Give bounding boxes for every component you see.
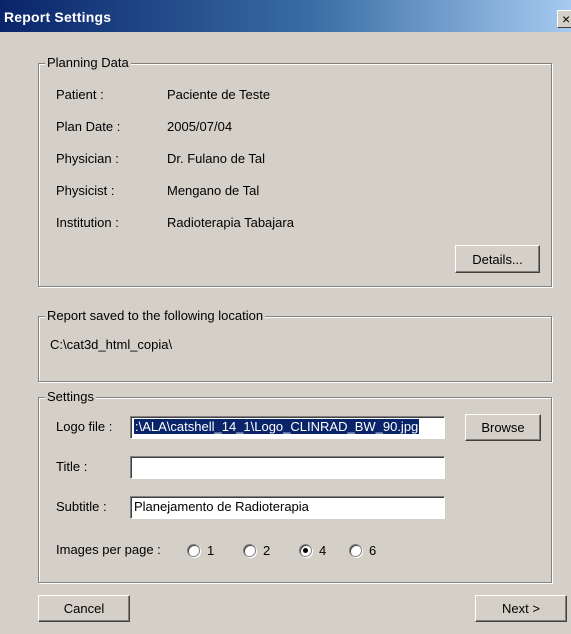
logo-file-value: :\ALA\catshell_14_1\Logo_CLINRAD_BW_90.j… <box>134 419 420 434</box>
radio-6-circle <box>349 543 362 557</box>
report-location-path: C:\cat3d_html_copia\ <box>50 337 173 352</box>
images-radio-2[interactable]: 2 <box>243 542 270 558</box>
report-location-legend: Report saved to the following location <box>45 308 266 324</box>
window-title: Report Settings <box>4 9 112 25</box>
images-radio-6[interactable]: 6 <box>349 542 376 558</box>
physician-value: Dr. Fulano de Tal <box>167 151 266 166</box>
radio-1-circle <box>187 543 200 557</box>
subtitle-input[interactable]: Planejamento de Radioterapia <box>130 496 445 519</box>
plan-date-label: Plan Date : <box>56 119 121 134</box>
plan-date-value: 2005/07/04 <box>167 119 233 134</box>
patient-value: Paciente de Teste <box>167 87 271 102</box>
logo-file-input[interactable]: :\ALA\catshell_14_1\Logo_CLINRAD_BW_90.j… <box>130 416 445 439</box>
physician-label: Physician : <box>56 151 119 166</box>
title-label: Title : <box>56 459 88 474</box>
institution-value: Radioterapia Tabajara <box>167 215 294 230</box>
details-button[interactable]: Details... <box>455 245 540 273</box>
radio-6-label: 6 <box>369 542 377 558</box>
settings-legend: Settings <box>45 389 96 405</box>
browse-button[interactable]: Browse <box>465 414 541 441</box>
patient-label: Patient : <box>56 87 104 102</box>
images-radio-4[interactable]: 4 <box>299 542 326 558</box>
institution-label: Institution : <box>56 215 119 230</box>
planning-data-legend: Planning Data <box>45 55 131 71</box>
radio-2-label: 2 <box>263 542 271 558</box>
title-bar[interactable]: Report Settings × <box>0 0 571 32</box>
next-button[interactable]: Next > <box>475 595 567 622</box>
report-settings-dialog: Report Settings × Planning Data Patient … <box>0 0 571 634</box>
images-per-page-label: Images per page : <box>56 542 161 557</box>
subtitle-label: Subtitle : <box>56 499 107 514</box>
logo-file-label: Logo file : <box>56 419 113 434</box>
images-radio-1[interactable]: 1 <box>187 542 214 558</box>
close-button[interactable]: × <box>557 10 571 28</box>
radio-4-label: 4 <box>319 542 327 558</box>
title-input[interactable] <box>130 456 445 479</box>
radio-2-circle <box>243 543 256 557</box>
radio-4-circle <box>299 543 312 557</box>
physicist-value: Mengano de Tal <box>167 183 260 198</box>
radio-1-label: 1 <box>207 542 215 558</box>
cancel-button[interactable]: Cancel <box>38 595 130 622</box>
physicist-label: Physicist : <box>56 183 115 198</box>
